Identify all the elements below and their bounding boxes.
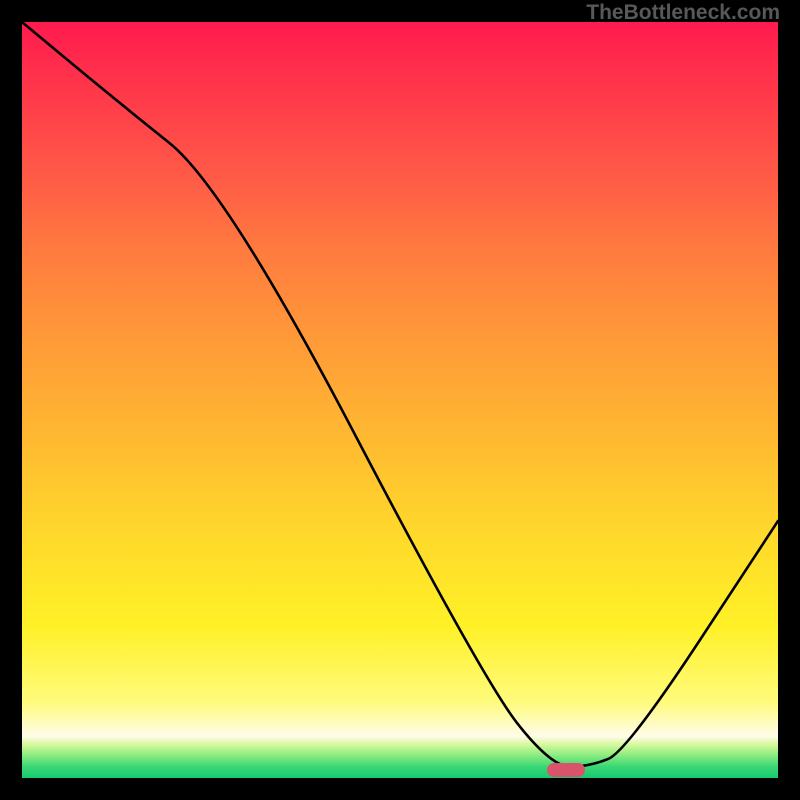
bottleneck-curve	[22, 22, 778, 778]
chart-outer-frame: TheBottleneck.com	[0, 0, 800, 800]
optimal-marker	[547, 763, 585, 777]
chart-plot-area	[22, 22, 778, 778]
